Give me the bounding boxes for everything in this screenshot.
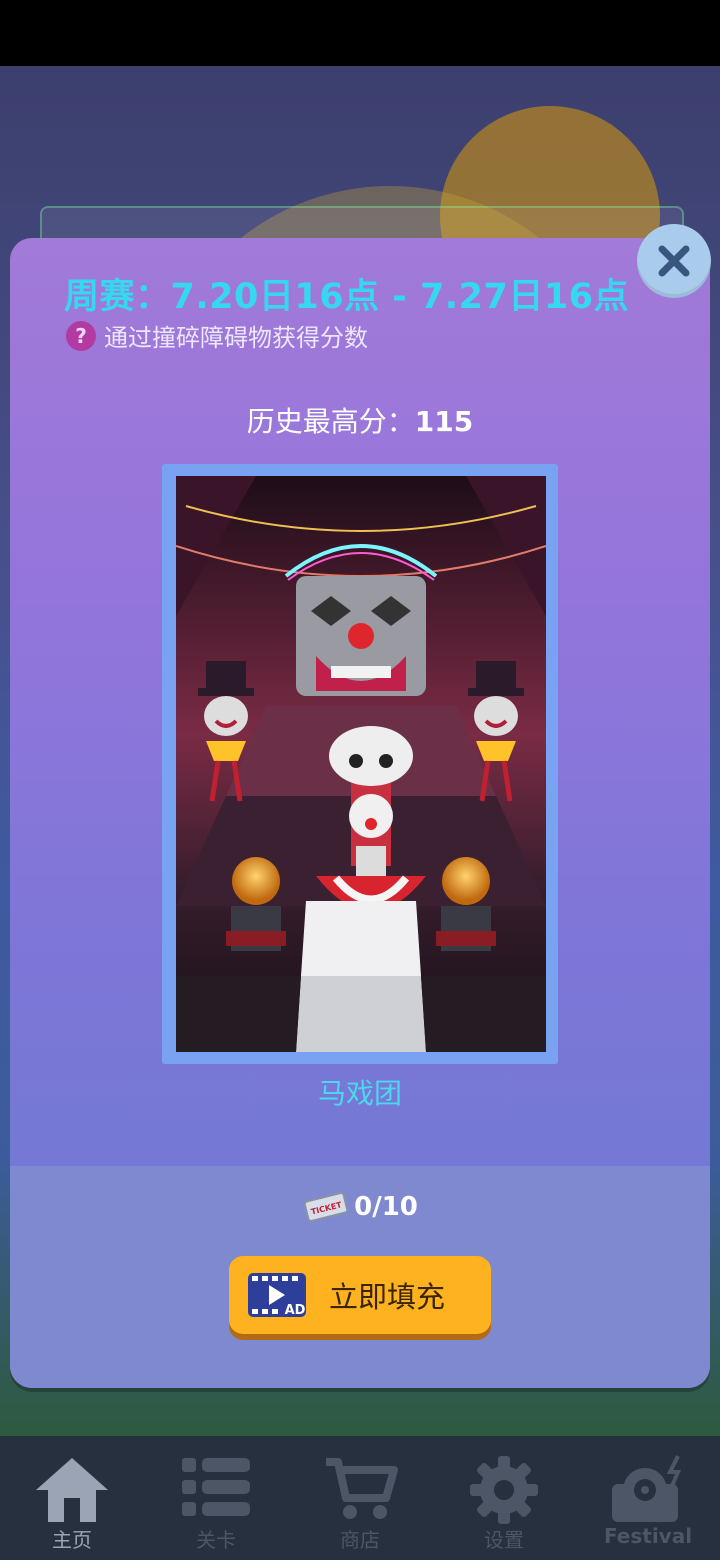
- cart-icon: [326, 1458, 398, 1519]
- nav-item-festival[interactable]: Festival: [576, 1436, 720, 1560]
- ad-badge: AD: [285, 1303, 306, 1318]
- nav-item-settings[interactable]: 设置: [432, 1436, 576, 1560]
- close-icon: [658, 245, 690, 277]
- gear-icon: [470, 1456, 538, 1524]
- list-icon: [182, 1458, 250, 1516]
- video-ad-icon: AD: [248, 1273, 306, 1318]
- ticket-icon: TICKET: [303, 1192, 349, 1222]
- home-icon: [36, 1458, 108, 1522]
- nav-item-levels[interactable]: 关卡: [144, 1436, 288, 1560]
- nav-label-home: 主页: [52, 1528, 92, 1552]
- event-title: 周赛：7.20日16点 - 7.27日16点: [64, 277, 630, 317]
- ticket-counter: TICKET 0/10: [0, 1190, 720, 1224]
- help-icon[interactable]: ?: [66, 320, 96, 351]
- refill-now-button[interactable]: AD 立即填充: [229, 1256, 491, 1334]
- nav-label-settings: 设置: [484, 1528, 524, 1552]
- nav-label-shop: 商店: [340, 1528, 380, 1552]
- ticket-count: 0/10: [354, 1192, 418, 1222]
- best-score-label: 历史最高分：: [246, 405, 415, 438]
- nav-item-shop[interactable]: 商店: [288, 1436, 432, 1560]
- festival-icon: [612, 1455, 682, 1522]
- close-button[interactable]: [637, 224, 711, 298]
- help-text: 通过撞碎障碍物获得分数: [104, 324, 368, 352]
- circus-scene-illustration: [176, 476, 546, 1052]
- help-row: ? 通过撞碎障碍物获得分数: [66, 318, 368, 353]
- best-score: 历史最高分：115: [0, 400, 720, 440]
- map-name: 马戏团: [317, 1077, 402, 1110]
- nav-label-festival: Festival: [603, 1524, 693, 1548]
- circus-map-image[interactable]: [176, 476, 546, 1052]
- best-score-value: 115: [414, 405, 474, 438]
- bottom-nav: 主页 关卡 商店 设置 Festival: [0, 1436, 720, 1560]
- status-bar: [0, 0, 720, 66]
- nav-item-home[interactable]: 主页: [0, 1436, 144, 1560]
- refill-label: 立即填充: [329, 1280, 446, 1314]
- nav-label-levels: 关卡: [196, 1528, 236, 1552]
